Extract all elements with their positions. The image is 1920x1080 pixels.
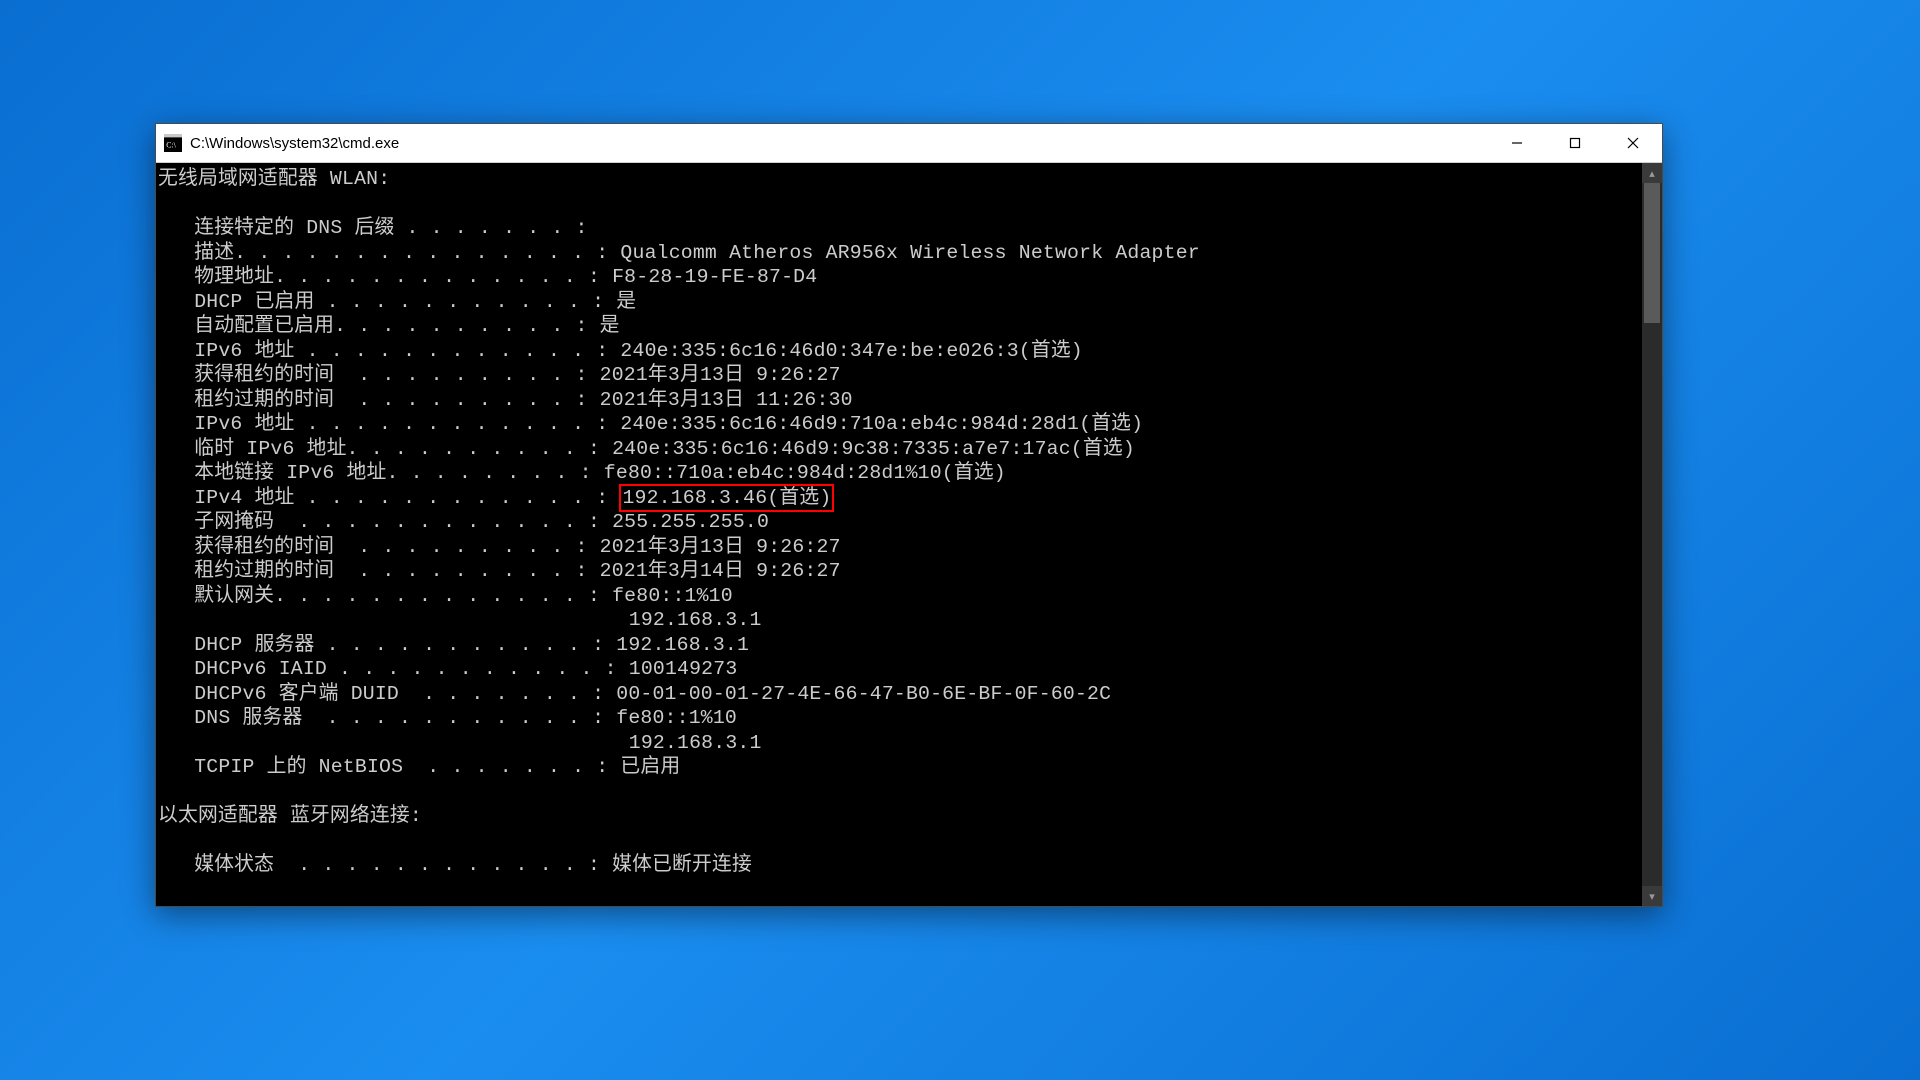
client-area: 无线局域网适配器 WLAN: 连接特定的 DNS 后缀 . . . . . . … [156, 163, 1662, 906]
wlan-properties-a: 连接特定的 DNS 后缀 . . . . . . . : 描述. . . . .… [158, 217, 1200, 484]
ipv4-label: IPv4 地址 . . . . . . . . . . . . : [158, 487, 620, 509]
svg-text:C:\: C:\ [166, 141, 176, 150]
scroll-up-arrow[interactable]: ▴ [1642, 163, 1662, 183]
minimize-button[interactable] [1488, 124, 1546, 162]
cmd-window: C:\ C:\Windows\system32\cmd.exe 无线局域网适配器… [155, 123, 1663, 907]
vertical-scrollbar[interactable]: ▴ ▾ [1642, 163, 1662, 906]
console-output[interactable]: 无线局域网适配器 WLAN: 连接特定的 DNS 后缀 . . . . . . … [156, 163, 1642, 906]
maximize-button[interactable] [1546, 124, 1604, 162]
scroll-down-arrow[interactable]: ▾ [1642, 886, 1662, 906]
window-controls [1488, 124, 1662, 162]
adapter-bluetooth-header: 以太网适配器 蓝牙网络连接: [158, 805, 422, 827]
wlan-properties-b: 子网掩码 . . . . . . . . . . . . : 255.255.2… [158, 511, 1111, 778]
bluetooth-properties: 媒体状态 . . . . . . . . . . . . : 媒体已断开连接 [158, 854, 752, 876]
window-title: C:\Windows\system32\cmd.exe [190, 135, 399, 152]
close-button[interactable] [1604, 124, 1662, 162]
cmd-icon: C:\ [164, 134, 182, 152]
desktop-background: C:\ C:\Windows\system32\cmd.exe 无线局域网适配器… [0, 0, 1920, 1080]
ipv4-address-highlight: 192.168.3.46(首选) [619, 484, 834, 513]
window-titlebar[interactable]: C:\ C:\Windows\system32\cmd.exe [156, 124, 1662, 163]
scroll-thumb[interactable] [1644, 183, 1660, 323]
adapter-wlan-header: 无线局域网适配器 WLAN: [158, 168, 390, 190]
scroll-track[interactable] [1642, 183, 1662, 886]
titlebar-left: C:\ C:\Windows\system32\cmd.exe [164, 134, 399, 152]
